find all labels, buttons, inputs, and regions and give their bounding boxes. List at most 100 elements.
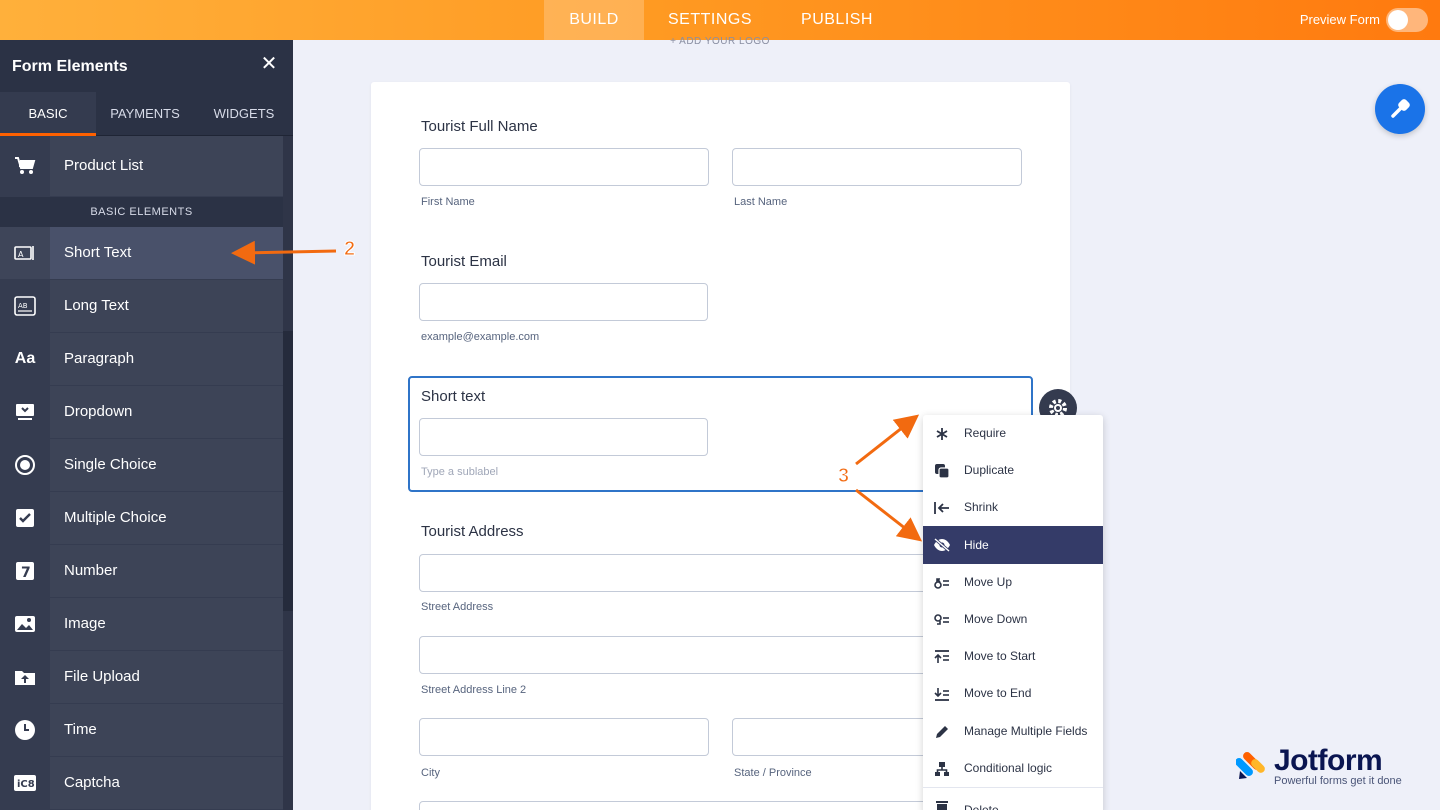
paragraph-icon: Aa — [0, 333, 50, 385]
svg-text:7: 7 — [21, 565, 31, 581]
form-designer-button[interactable] — [1375, 84, 1425, 134]
menu-item-label: Manage Multiple Fields — [964, 724, 1088, 738]
sidebar-item-label: Single Choice — [64, 456, 157, 473]
menu-item-manage-multiple-fields[interactable]: Manage Multiple Fields — [923, 713, 1103, 750]
tab-publish[interactable]: PUBLISH — [776, 0, 898, 40]
street-address-input[interactable] — [419, 554, 929, 592]
menu-item-label: Hide — [964, 538, 989, 552]
tab-settings[interactable]: SETTINGS — [644, 0, 776, 40]
add-logo-link[interactable]: + ADD YOUR LOGO — [370, 36, 1070, 48]
sidebar-item-short-text[interactable]: A Short Text — [0, 227, 283, 280]
sidebar-item-multiple-choice[interactable]: Multiple Choice — [0, 492, 283, 545]
sidebar-item-long-text[interactable]: AB Long Text — [0, 280, 283, 333]
tab-build[interactable]: BUILD — [544, 0, 644, 40]
element-list: Product List BASIC ELEMENTS A Short Text… — [0, 136, 283, 810]
state-sublabel: State / Province — [734, 767, 812, 779]
panel-tabs: BASIC PAYMENTS WIDGETS — [0, 92, 293, 136]
sidebar-item-paragraph[interactable]: Aa Paragraph — [0, 333, 283, 386]
sidebar-item-label: Time — [64, 721, 97, 738]
full-name-label: Tourist Full Name — [421, 118, 538, 135]
move-up-icon — [933, 574, 951, 592]
radio-icon — [0, 439, 50, 491]
annotation-step-3: 3 — [837, 465, 850, 488]
duplicate-icon — [933, 462, 951, 480]
trash-icon — [933, 798, 951, 810]
sidebar-item-label: File Upload — [64, 668, 140, 685]
menu-item-require[interactable]: Require — [923, 415, 1103, 452]
eye-slash-icon — [933, 536, 951, 554]
menu-item-label: Require — [964, 426, 1007, 440]
sidebar-item-file-upload[interactable]: File Upload — [0, 651, 283, 704]
clock-icon — [0, 704, 50, 756]
panel-title: Form Elements — [12, 58, 128, 75]
sidebar-item-label: Number — [64, 562, 118, 579]
sidebar-item-dropdown[interactable]: Dropdown — [0, 386, 283, 439]
toggle-knob — [1388, 10, 1408, 30]
shrink-icon — [933, 499, 951, 517]
menu-item-conditional-logic[interactable]: Conditional logic — [923, 750, 1103, 787]
email-sublabel: example@example.com — [421, 331, 540, 343]
menu-item-move-to-end[interactable]: Move to End — [923, 675, 1103, 712]
captcha-icon: iC8 — [0, 757, 50, 809]
menu-item-move-down[interactable]: Move Down — [923, 601, 1103, 638]
city-input[interactable] — [419, 718, 709, 756]
svg-text:A: A — [18, 250, 24, 259]
move-down-icon — [933, 611, 951, 629]
close-icon[interactable]: ✕ — [259, 54, 279, 74]
sidebar-item-label: Captcha — [64, 774, 120, 791]
menu-item-hide[interactable]: Hide — [923, 526, 1103, 564]
short-text-label[interactable]: Short text — [421, 388, 485, 405]
menu-item-label: Move Down — [964, 612, 1028, 626]
sidebar-item-number[interactable]: 7 Number — [0, 545, 283, 598]
annotation-step-2: 2 — [343, 238, 356, 261]
menu-item-move-up[interactable]: Move Up — [923, 564, 1103, 601]
brand-wordmark: Jotform — [1274, 744, 1383, 777]
menu-item-label: Conditional logic — [964, 761, 1053, 775]
top-navigation-bar: BUILD SETTINGS PUBLISH Preview Form — [0, 0, 1440, 40]
menu-item-label: Delete — [964, 803, 999, 810]
svg-text:AB: AB — [18, 302, 28, 310]
tab-basic[interactable]: BASIC — [0, 92, 96, 136]
menu-item-label: Duplicate — [964, 463, 1015, 477]
last-name-input[interactable] — [732, 148, 1022, 186]
street-address-2-sublabel: Street Address Line 2 — [421, 684, 527, 696]
menu-item-shrink[interactable]: Shrink — [923, 489, 1103, 526]
tab-payments[interactable]: PAYMENTS — [96, 92, 194, 136]
sidebar-item-label: Multiple Choice — [64, 509, 167, 526]
long-text-icon: AB — [0, 280, 50, 332]
street-address-sublabel: Street Address — [421, 601, 494, 613]
address-label: Tourist Address — [421, 523, 524, 540]
state-input[interactable] — [732, 718, 932, 756]
brand-tagline: Powerful forms get it done — [1274, 775, 1402, 787]
sidebar-item-label: Image — [64, 615, 106, 632]
number-icon: 7 — [0, 545, 50, 597]
sidebar-item-label: Short Text — [64, 244, 132, 261]
logic-icon — [933, 760, 951, 778]
menu-item-move-to-start[interactable]: Move to Start — [923, 638, 1103, 675]
sidebar-item-single-choice[interactable]: Single Choice — [0, 439, 283, 492]
scrollbar-thumb[interactable] — [283, 331, 293, 611]
first-name-sublabel: First Name — [421, 196, 475, 208]
sidebar-item-time[interactable]: Time — [0, 704, 283, 757]
tab-widgets[interactable]: WIDGETS — [194, 92, 294, 136]
street-address-2-input[interactable] — [419, 636, 929, 674]
cart-icon — [0, 136, 50, 196]
panel-scrollbar[interactable] — [283, 136, 293, 810]
sidebar-item-captcha[interactable]: iC8 Captcha — [0, 757, 283, 810]
sidebar-item-image[interactable]: Image — [0, 598, 283, 651]
first-name-input[interactable] — [419, 148, 709, 186]
short-text-icon: A — [0, 227, 50, 279]
section-basic-elements: BASIC ELEMENTS — [0, 197, 283, 227]
zip-input[interactable] — [419, 801, 929, 810]
menu-item-delete[interactable]: Delete — [923, 787, 1103, 810]
email-input[interactable] — [419, 283, 708, 321]
short-text-sublabel[interactable]: Type a sublabel — [421, 466, 498, 478]
short-text-input[interactable] — [419, 418, 708, 456]
form-elements-panel: Form Elements ✕ BASIC PAYMENTS WIDGETS P… — [0, 40, 293, 810]
paint-roller-icon — [1391, 99, 1410, 118]
sidebar-item-label: Paragraph — [64, 350, 135, 367]
menu-item-duplicate[interactable]: Duplicate — [923, 452, 1103, 489]
svg-text:iC8: iC8 — [17, 779, 35, 790]
sidebar-item-product-list[interactable]: Product List — [0, 136, 283, 197]
preview-form-toggle[interactable] — [1386, 8, 1428, 32]
